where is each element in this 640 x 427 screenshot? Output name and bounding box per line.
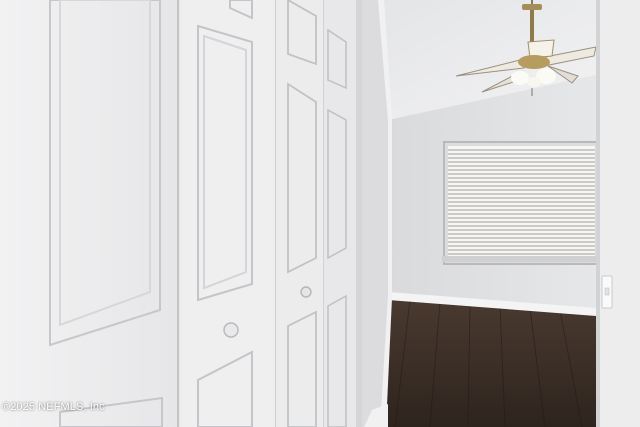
closet-door-right bbox=[324, 0, 356, 427]
closet-door-left bbox=[0, 0, 180, 427]
door-knob-left[interactable] bbox=[223, 322, 239, 338]
door-knob-right[interactable] bbox=[300, 286, 312, 298]
listing-photo: ©2025 NEFMLS, Inc bbox=[0, 0, 640, 427]
window-blinds bbox=[442, 141, 599, 265]
right-wall bbox=[596, 0, 640, 427]
wood-floor bbox=[380, 298, 596, 427]
room-photo bbox=[0, 0, 640, 427]
closet-door-middle-left bbox=[180, 0, 276, 427]
copyright-watermark: ©2025 NEFMLS, Inc bbox=[2, 401, 105, 413]
